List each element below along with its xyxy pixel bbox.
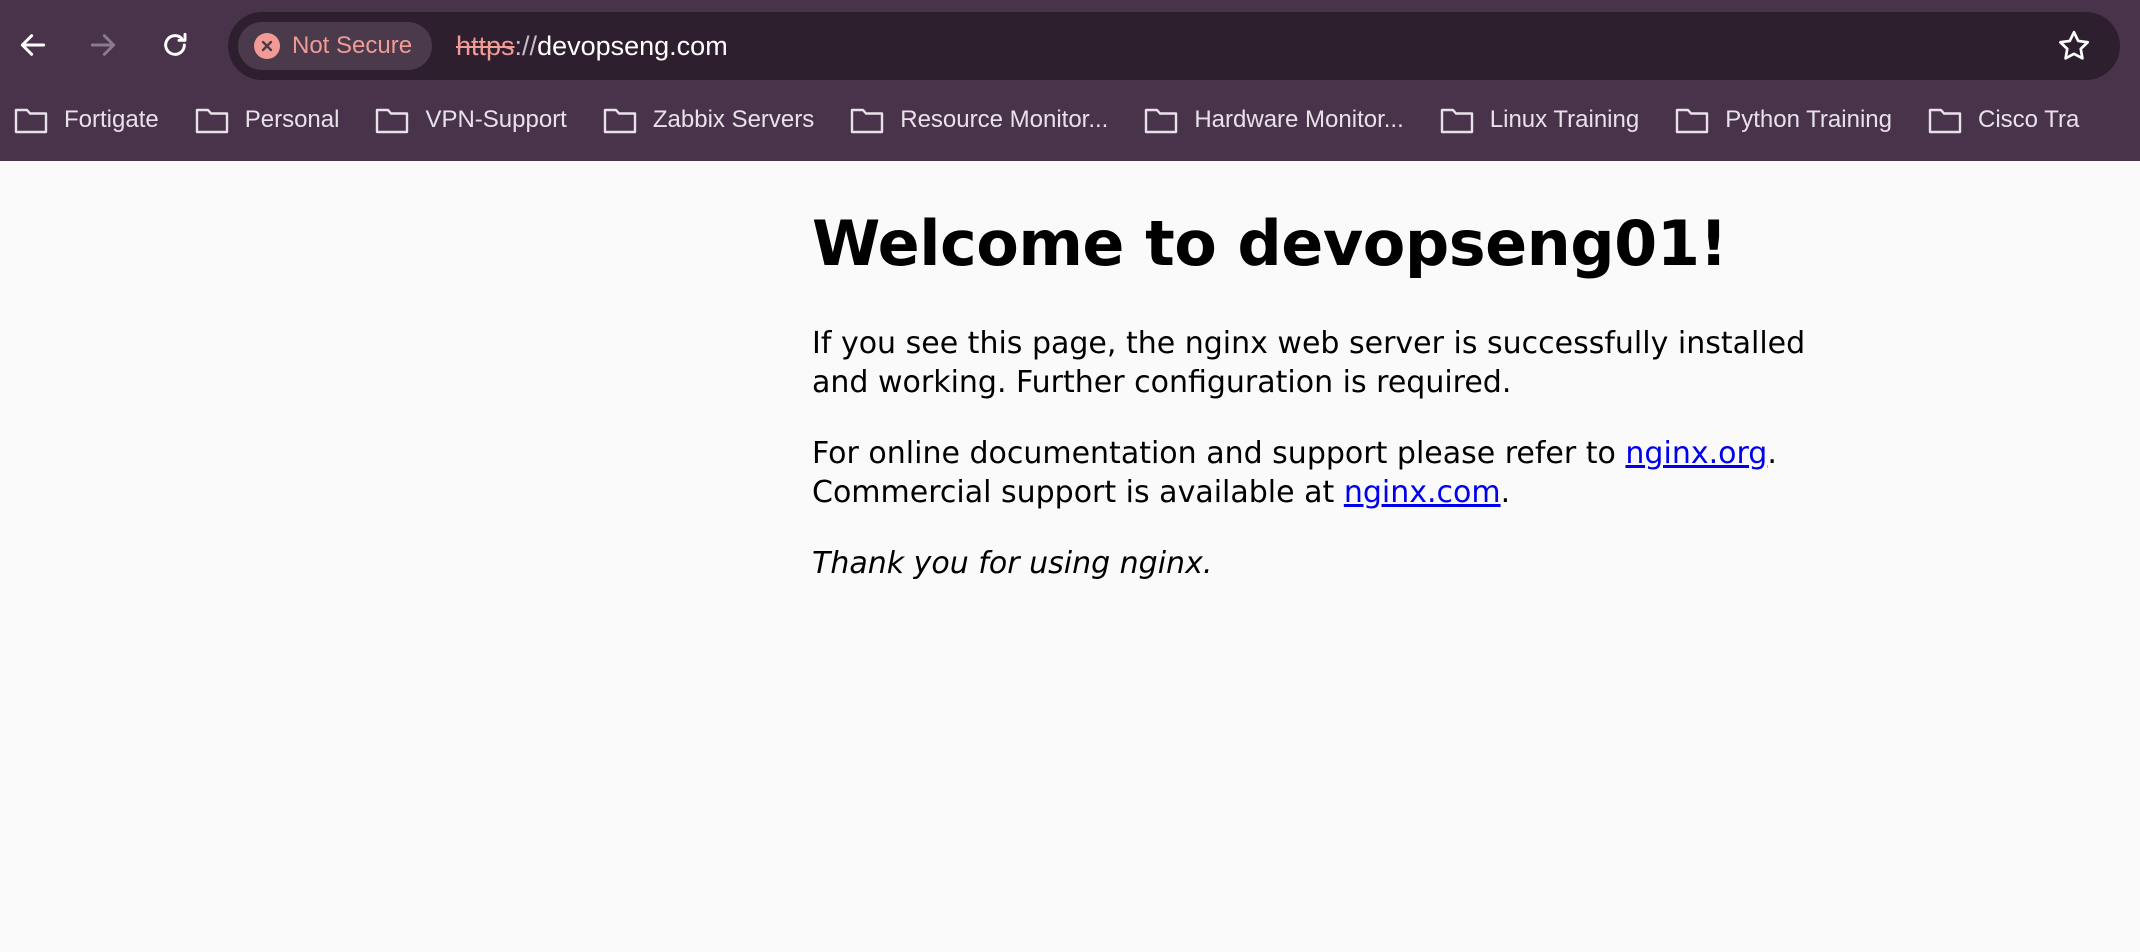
commercial-support-text: Commercial support is available at (812, 475, 1344, 510)
reload-icon (164, 32, 187, 56)
folder-icon (603, 108, 637, 134)
url-text[interactable]: https://devopseng.com (456, 28, 728, 64)
bookmark-folder[interactable]: Personal (181, 98, 362, 142)
bookmark-label: Linux Training (1489, 106, 1640, 133)
url-host: devopseng.com (537, 31, 728, 61)
bookmark-label: Cisco Tra (1977, 106, 2080, 133)
bookmark-label: Zabbix Servers (652, 106, 815, 133)
bookmark-folder[interactable]: Linux Training (1426, 98, 1661, 142)
folder-icon (1145, 108, 1178, 134)
thanks-text: Thank you for using nginx. (812, 546, 1213, 581)
bookmark-folder[interactable]: Hardware Monitor... (1130, 98, 1425, 142)
browser-toolbar: Not Secure https://devopseng.com Fortiga… (0, 0, 2140, 161)
intro-paragraph: If you see this page, the nginx web serv… (812, 326, 1806, 400)
back-button[interactable] (8, 20, 58, 70)
forward-button[interactable] (78, 20, 128, 70)
bookmark-label: Fortigate (64, 106, 159, 133)
folder-icon (195, 108, 228, 134)
folder-icon (376, 108, 409, 134)
url-scheme: https (456, 31, 515, 61)
not-secure-icon (254, 33, 280, 59)
star-bookmark-icon[interactable] (2056, 28, 2092, 64)
security-label: Not Secure (292, 32, 413, 59)
documentation-text: For online documentation and support ple… (812, 436, 1626, 471)
arrow-left-icon (20, 34, 46, 56)
folder-icon (1928, 108, 1962, 134)
bookmark-folder[interactable]: Fortigate (0, 98, 181, 142)
bookmark-label: Resource Monitor... (900, 106, 1109, 133)
bookmark-label: VPN-Support (425, 106, 567, 133)
bookmark-label: Personal (244, 106, 340, 133)
nginx-com-link[interactable]: nginx.com (1344, 475, 1501, 510)
period-text: . (1767, 436, 1777, 471)
documentation-paragraph: For online documentation and support ple… (812, 434, 1812, 512)
arrow-right-icon (90, 34, 116, 56)
bookmark-folder[interactable]: Resource Monitor... (836, 98, 1130, 142)
bookmark-folder[interactable]: Cisco Tra (1914, 98, 2101, 142)
reload-button[interactable] (150, 20, 200, 70)
bookmark-folder[interactable]: VPN-Support (361, 98, 588, 142)
bookmarks-bar: Fortigate Personal VPN-Support Zabbix Se… (0, 98, 2140, 142)
bookmark-label: Python Training (1725, 106, 1892, 133)
folder-icon (1676, 108, 1709, 134)
page-content: Welcome to devopseng01! If you see this … (812, 202, 1812, 615)
url-separator: :// (514, 31, 538, 61)
period-text: . (1500, 475, 1511, 510)
address-bar[interactable]: Not Secure https://devopseng.com (228, 12, 2120, 80)
page-title: Welcome to devopseng01! (812, 207, 1728, 280)
nginx-org-link[interactable]: nginx.org (1625, 436, 1767, 471)
security-indicator[interactable]: Not Secure (238, 22, 433, 70)
thanks-paragraph: Thank you for using nginx. (812, 544, 1812, 583)
bookmark-folder[interactable]: Zabbix Servers (589, 98, 836, 142)
folder-icon (851, 108, 884, 134)
bookmark-label: Hardware Monitor... (1194, 106, 1404, 133)
bookmark-folder[interactable]: Python Training (1661, 98, 1914, 142)
folder-icon (1440, 108, 1473, 134)
folder-icon (14, 108, 48, 134)
